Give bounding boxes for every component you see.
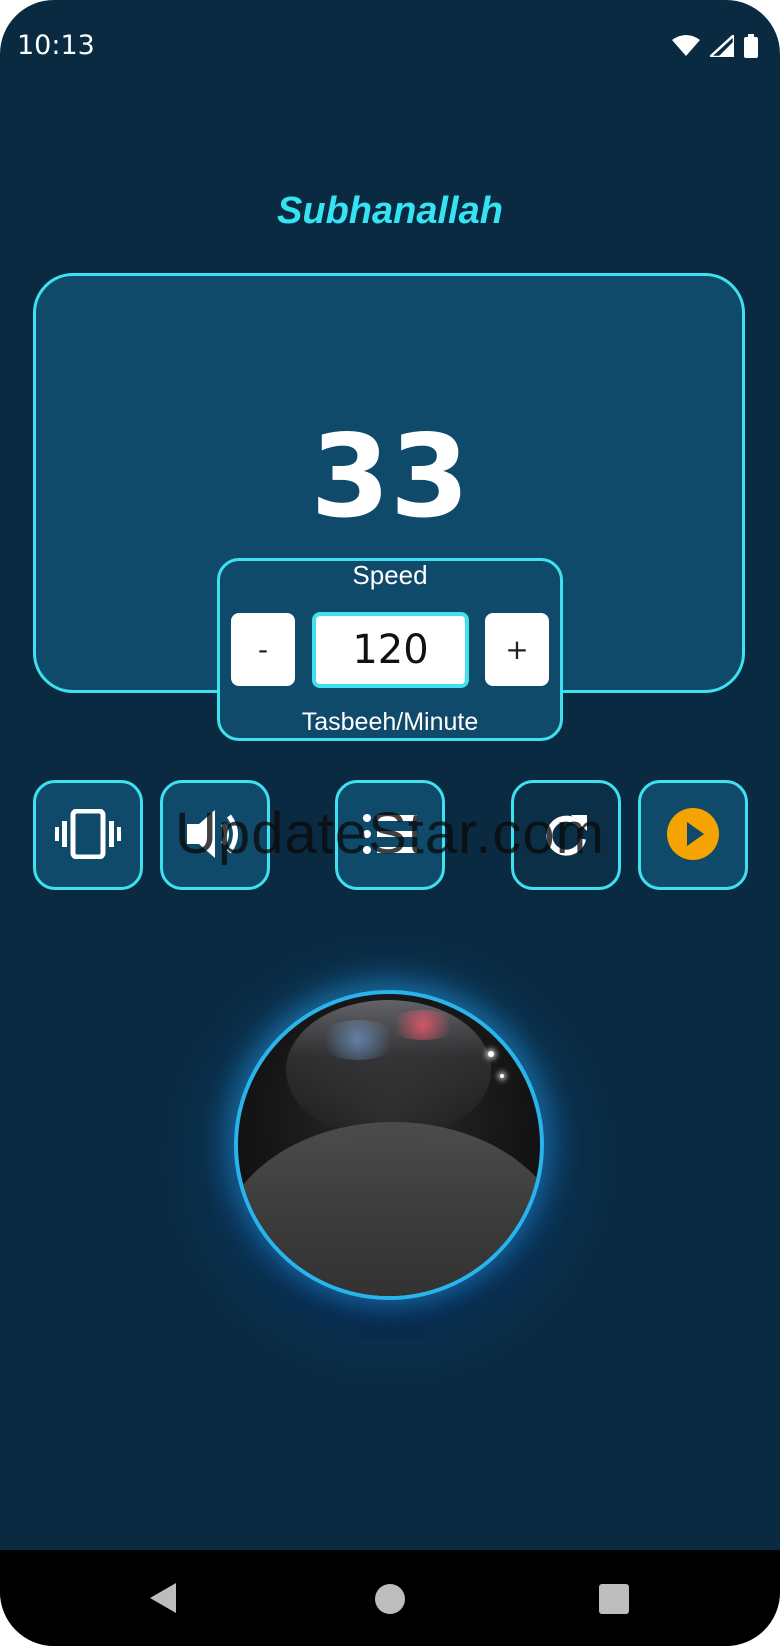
dhikr-title: Subhanallah [277, 190, 503, 232]
speed-decrease-button[interactable]: - [231, 613, 295, 686]
tap-button-blue-reflection [318, 1020, 398, 1060]
recents-icon[interactable] [599, 1584, 629, 1614]
sparkle-icon [488, 1051, 494, 1057]
back-icon[interactable] [150, 1583, 176, 1613]
speed-increase-button[interactable]: + [485, 613, 549, 686]
phone-screen: 10:13 Subhanallah 33 Speed - 120 + Tasbe… [0, 0, 780, 1646]
status-icons [672, 32, 758, 62]
speed-unit-label: Tasbeeh/Minute [301, 708, 479, 736]
tap-count-button[interactable] [234, 990, 544, 1300]
status-time: 10:13 [17, 30, 95, 61]
tap-button-lower-shade [238, 1122, 540, 1296]
counter-value: 33 [310, 410, 470, 543]
watermark: UpdateStar.com [175, 801, 605, 866]
status-bar: 10:13 [0, 0, 780, 100]
tap-button-red-reflection [388, 1010, 458, 1040]
home-icon[interactable] [375, 1584, 405, 1614]
sparkle-icon [500, 1074, 504, 1078]
battery-icon [744, 34, 758, 62]
speed-input[interactable]: 120 [312, 612, 469, 688]
wifi-icon [672, 35, 700, 61]
speed-label: Speed [352, 560, 428, 590]
cell-signal-icon [706, 32, 736, 61]
